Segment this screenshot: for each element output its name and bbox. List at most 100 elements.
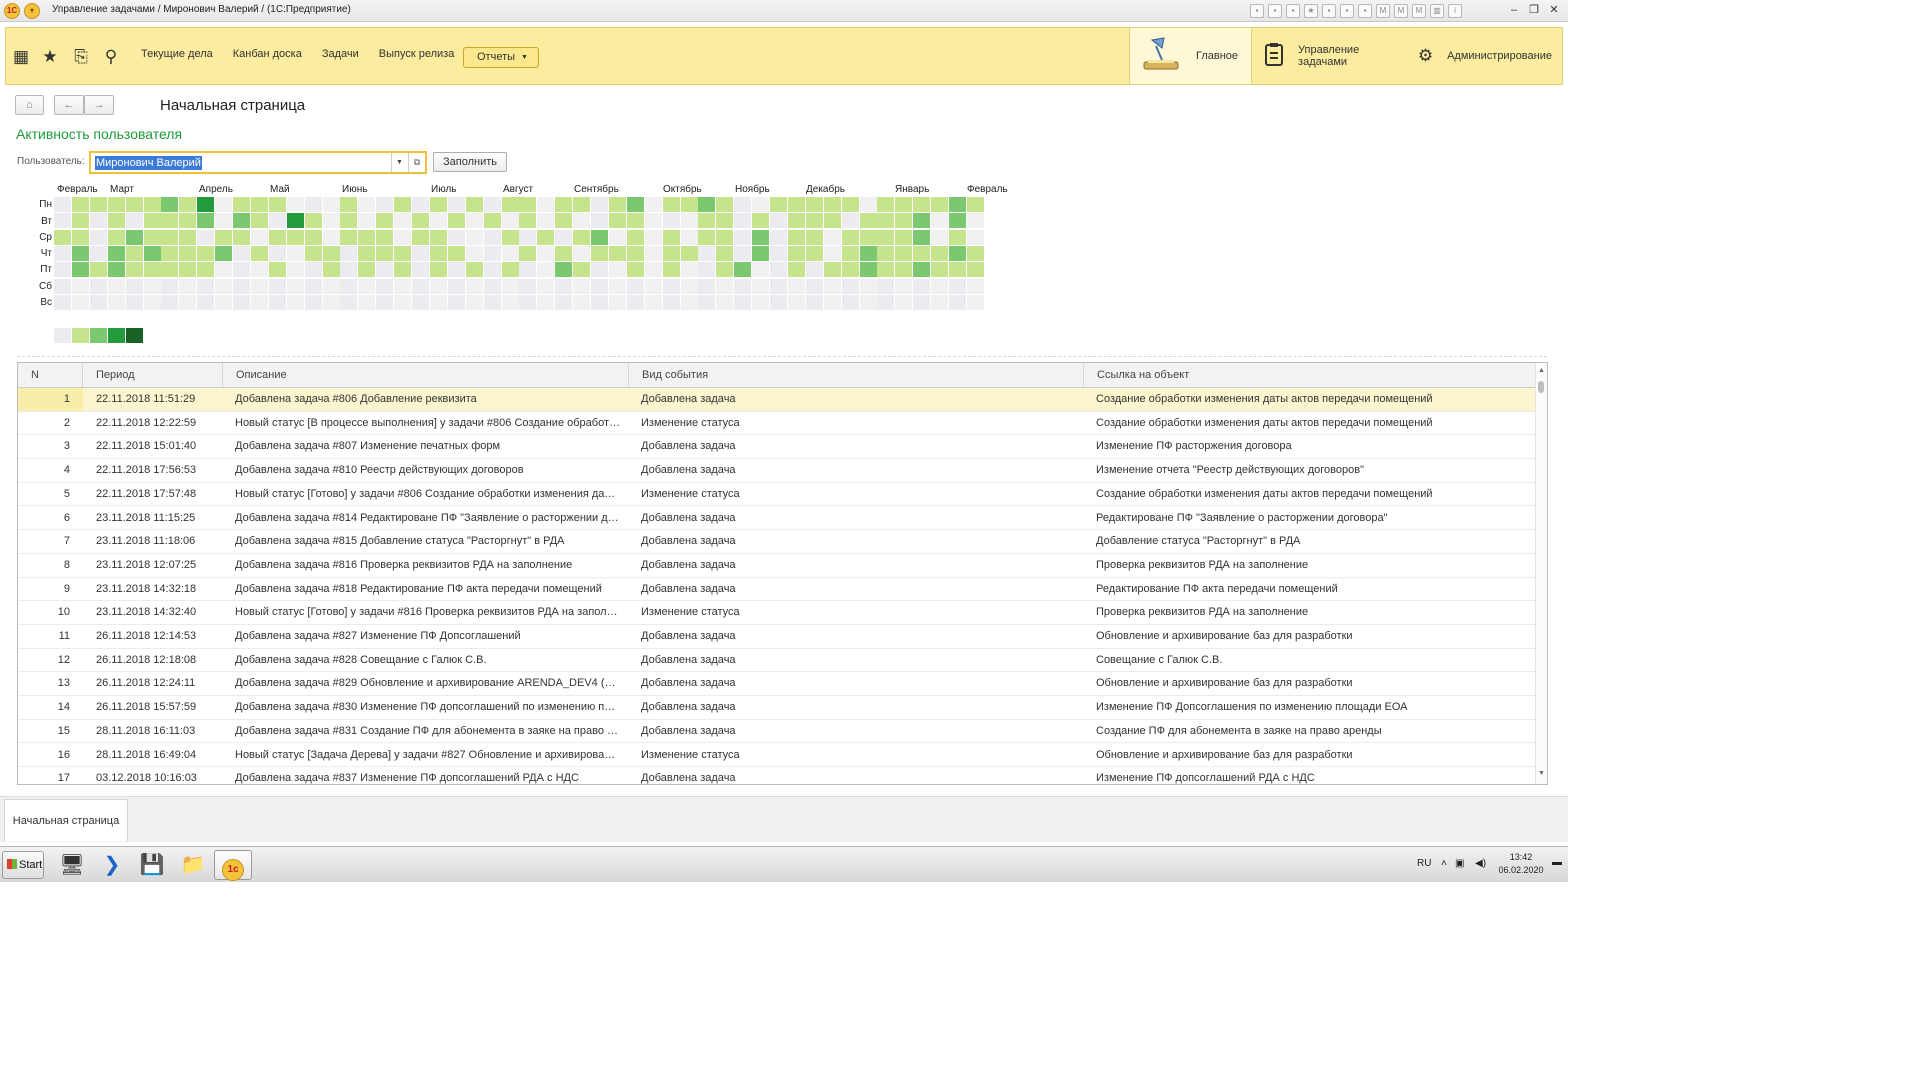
heatmap-cell[interactable]: [340, 278, 358, 294]
user-field-value[interactable]: Миронович Валерий: [95, 156, 202, 170]
back-button[interactable]: ←: [54, 95, 84, 115]
heatmap-cell[interactable]: [250, 278, 268, 294]
heatmap-cell[interactable]: [841, 278, 859, 294]
heatmap-cell[interactable]: [698, 197, 716, 212]
heatmap-cell[interactable]: [966, 294, 984, 310]
heatmap-cell[interactable]: [823, 229, 841, 245]
calendar-icon[interactable]: ▪: [1358, 4, 1372, 18]
heatmap-cell[interactable]: [734, 245, 752, 261]
heatmap-cell[interactable]: [89, 245, 107, 261]
heatmap-cell[interactable]: [358, 197, 376, 212]
heatmap-cell[interactable]: [823, 197, 841, 212]
heatmap-cell[interactable]: [322, 197, 340, 212]
heatmap-cell[interactable]: [54, 262, 71, 278]
volume-icon[interactable]: ◀): [1475, 858, 1486, 869]
heatmap-cell[interactable]: [752, 278, 770, 294]
heatmap-cell[interactable]: [662, 229, 680, 245]
heatmap-cell[interactable]: [54, 294, 71, 310]
heatmap-cell[interactable]: [698, 213, 716, 229]
heatmap-cell[interactable]: [501, 213, 519, 229]
heatmap-cell[interactable]: [429, 278, 447, 294]
panels-icon[interactable]: ▥: [1430, 4, 1444, 18]
heatmap-cell[interactable]: [698, 278, 716, 294]
heatmap-cell[interactable]: [322, 278, 340, 294]
heatmap-cell[interactable]: [662, 294, 680, 310]
heatmap-cell[interactable]: [483, 294, 501, 310]
table-row[interactable]: 1 22.11.2018 11:51:29 Добавлена задача #80…: [18, 388, 1537, 412]
heatmap-cell[interactable]: [125, 213, 143, 229]
heatmap-cell[interactable]: [841, 262, 859, 278]
heatmap-cell[interactable]: [143, 213, 161, 229]
section-administration[interactable]: ⚙ Администрирование: [1406, 28, 1562, 84]
heatmap-cell[interactable]: [823, 294, 841, 310]
heatmap-cell[interactable]: [644, 262, 662, 278]
heatmap-cell[interactable]: [913, 229, 931, 245]
heatmap-cell[interactable]: [483, 213, 501, 229]
home-button[interactable]: ⌂: [15, 95, 44, 115]
heatmap-cell[interactable]: [895, 197, 913, 212]
heatmap-cell[interactable]: [340, 213, 358, 229]
heatmap-cell[interactable]: [286, 245, 304, 261]
heatmap-cell[interactable]: [895, 229, 913, 245]
heatmap-cell[interactable]: [895, 262, 913, 278]
heatmap-cell[interactable]: [787, 245, 805, 261]
column-header-n[interactable]: N: [18, 363, 83, 387]
favorites-star-icon[interactable]: ★: [38, 45, 62, 69]
heatmap-cell[interactable]: [358, 278, 376, 294]
heatmap-cell[interactable]: [250, 213, 268, 229]
heatmap-cell[interactable]: [250, 262, 268, 278]
heatmap-cell[interactable]: [859, 229, 877, 245]
heatmap-cell[interactable]: [949, 213, 966, 229]
heatmap-cell[interactable]: [608, 229, 626, 245]
heatmap-cell[interactable]: [215, 197, 233, 212]
heatmap-cell[interactable]: [770, 294, 787, 310]
heatmap-cell[interactable]: [787, 229, 805, 245]
heatmap-cell[interactable]: [931, 278, 949, 294]
heatmap-cell[interactable]: [626, 262, 644, 278]
heatmap-cell[interactable]: [573, 213, 591, 229]
heatmap-cell[interactable]: [107, 262, 125, 278]
heatmap-cell[interactable]: [358, 229, 376, 245]
heatmap-cell[interactable]: [125, 245, 143, 261]
heatmap-cell[interactable]: [304, 262, 322, 278]
history-icon[interactable]: ⎘: [69, 45, 93, 69]
heatmap-cell[interactable]: [949, 294, 966, 310]
heatmap-cell[interactable]: [250, 294, 268, 310]
heatmap-cell[interactable]: [304, 213, 322, 229]
heatmap-cell[interactable]: [429, 294, 447, 310]
heatmap-cell[interactable]: [537, 213, 555, 229]
heatmap-cell[interactable]: [322, 245, 340, 261]
heatmap-cell[interactable]: [787, 262, 805, 278]
heatmap-cell[interactable]: [555, 245, 573, 261]
table-row[interactable]: 14 26.11.2018 15:57:59 Добавлена задача #8…: [18, 696, 1537, 720]
heatmap-cell[interactable]: [680, 197, 698, 212]
heatmap-cell[interactable]: [125, 262, 143, 278]
heatmap-cell[interactable]: [71, 278, 89, 294]
heatmap-cell[interactable]: [143, 262, 161, 278]
heatmap-cell[interactable]: [573, 262, 591, 278]
heatmap-cell[interactable]: [89, 229, 107, 245]
heatmap-cell[interactable]: [734, 197, 752, 212]
heatmap-cell[interactable]: [680, 294, 698, 310]
heatmap-cell[interactable]: [859, 278, 877, 294]
heatmap-cell[interactable]: [626, 197, 644, 212]
table-row[interactable]: 3 22.11.2018 15:01:40 Добавлена задача #80…: [18, 435, 1537, 460]
heatmap-cell[interactable]: [644, 197, 662, 212]
open-icon[interactable]: ⧉: [408, 153, 425, 172]
heatmap-cell[interactable]: [913, 262, 931, 278]
heatmap-cell[interactable]: [447, 262, 465, 278]
heatmap-cell[interactable]: [966, 229, 984, 245]
heatmap-cell[interactable]: [591, 229, 608, 245]
heatmap-cell[interactable]: [322, 229, 340, 245]
heatmap-cell[interactable]: [286, 262, 304, 278]
heatmap-cell[interactable]: [286, 278, 304, 294]
heatmap-cell[interactable]: [734, 294, 752, 310]
heatmap-cell[interactable]: [483, 262, 501, 278]
heatmap-cell[interactable]: [859, 294, 877, 310]
heatmap-cell[interactable]: [412, 229, 429, 245]
heatmap-cell[interactable]: [823, 213, 841, 229]
table-row[interactable]: 11 26.11.2018 12:14:53 Добавлена задача #8…: [18, 625, 1537, 649]
heatmap-cell[interactable]: [394, 245, 412, 261]
heatmap-cell[interactable]: [465, 197, 483, 212]
restore-icon[interactable]: ❐: [1526, 3, 1542, 18]
